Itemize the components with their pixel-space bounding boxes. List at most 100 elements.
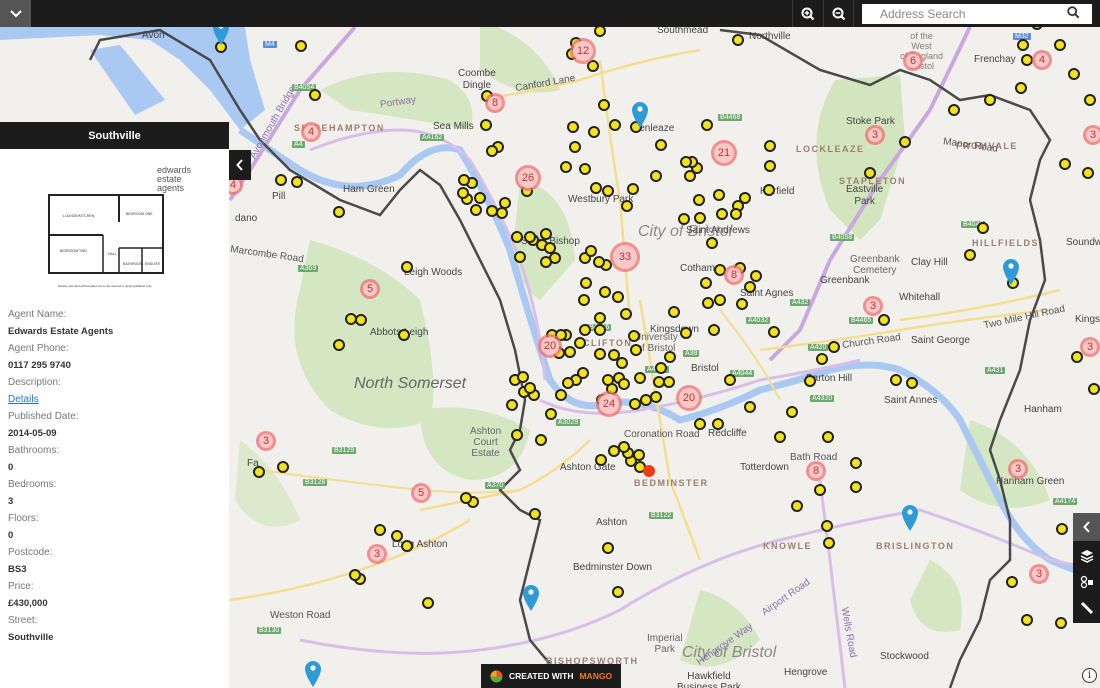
- property-marker[interactable]: [702, 297, 714, 309]
- property-marker[interactable]: [253, 466, 265, 478]
- property-marker[interactable]: [574, 337, 586, 349]
- property-marker[interactable]: [906, 377, 918, 389]
- map-pin-icon[interactable]: [522, 584, 540, 612]
- map-pin-icon[interactable]: [212, 27, 230, 46]
- property-marker[interactable]: [333, 339, 345, 351]
- legend-button[interactable]: [1073, 569, 1100, 595]
- property-marker[interactable]: [524, 231, 536, 243]
- property-marker[interactable]: [599, 286, 611, 298]
- property-cluster[interactable]: 4: [301, 122, 321, 142]
- property-marker[interactable]: [594, 312, 606, 324]
- property-marker[interactable]: [374, 524, 386, 536]
- property-marker[interactable]: [598, 99, 610, 111]
- property-cluster[interactable]: 26: [515, 165, 541, 191]
- property-marker[interactable]: [1021, 614, 1033, 626]
- property-marker[interactable]: [701, 119, 713, 131]
- property-marker[interactable]: [700, 277, 712, 289]
- property-marker[interactable]: [562, 377, 574, 389]
- layers-button[interactable]: [1073, 543, 1100, 569]
- selected-property-marker[interactable]: [643, 465, 655, 477]
- property-marker[interactable]: [708, 324, 720, 336]
- property-cluster[interactable]: 20: [676, 385, 702, 411]
- property-marker[interactable]: [594, 348, 606, 360]
- property-marker[interactable]: [1068, 68, 1080, 80]
- property-marker[interactable]: [627, 183, 639, 195]
- property-marker[interactable]: [460, 492, 472, 504]
- property-marker[interactable]: [864, 167, 876, 179]
- property-marker[interactable]: [609, 119, 621, 131]
- property-marker[interactable]: [524, 382, 536, 394]
- property-marker[interactable]: [349, 569, 361, 581]
- property-marker[interactable]: [567, 121, 579, 133]
- property-marker[interactable]: [514, 251, 526, 263]
- property-cluster[interactable]: 3: [1083, 125, 1100, 145]
- property-marker[interactable]: [618, 378, 630, 390]
- property-marker[interactable]: [579, 324, 591, 336]
- property-marker[interactable]: [295, 40, 307, 52]
- property-cluster[interactable]: 3: [367, 544, 387, 564]
- menu-toggle-button[interactable]: [0, 0, 31, 27]
- property-marker[interactable]: [1015, 82, 1027, 94]
- property-marker[interactable]: [391, 530, 403, 542]
- property-marker[interactable]: [486, 205, 498, 217]
- property-marker[interactable]: [628, 330, 640, 342]
- property-marker[interactable]: [774, 431, 786, 443]
- property-marker[interactable]: [277, 461, 289, 473]
- property-marker[interactable]: [1056, 523, 1068, 535]
- property-marker[interactable]: [948, 104, 960, 116]
- property-marker[interactable]: [650, 170, 662, 182]
- property-marker[interactable]: [595, 454, 607, 466]
- property-marker[interactable]: [764, 160, 776, 172]
- property-marker[interactable]: [878, 314, 890, 326]
- property-marker[interactable]: [345, 313, 357, 325]
- property-marker[interactable]: [555, 389, 567, 401]
- property-marker[interactable]: [736, 298, 748, 310]
- property-cluster[interactable]: 8: [485, 93, 505, 113]
- property-marker[interactable]: [535, 434, 547, 446]
- property-marker[interactable]: [694, 418, 706, 430]
- zoom-out-button[interactable]: [823, 0, 854, 27]
- property-marker[interactable]: [630, 344, 642, 356]
- property-marker[interactable]: [1054, 39, 1066, 51]
- property-marker[interactable]: [730, 208, 742, 220]
- property-marker[interactable]: [1084, 94, 1096, 106]
- property-cluster[interactable]: 5: [411, 483, 431, 503]
- property-cluster[interactable]: 3: [865, 125, 885, 145]
- property-marker[interactable]: [612, 586, 624, 598]
- property-marker[interactable]: [764, 140, 776, 152]
- property-marker[interactable]: [540, 256, 552, 268]
- property-marker[interactable]: [763, 184, 775, 196]
- property-marker[interactable]: [474, 192, 486, 204]
- property-marker[interactable]: [618, 441, 630, 453]
- property-marker[interactable]: [560, 161, 572, 173]
- property-cluster[interactable]: 5: [360, 279, 380, 299]
- map-pin-icon[interactable]: [304, 660, 322, 688]
- property-marker[interactable]: [822, 431, 834, 443]
- property-marker[interactable]: [401, 540, 413, 552]
- property-marker[interactable]: [517, 371, 529, 383]
- property-cluster[interactable]: 12: [570, 38, 596, 64]
- property-cluster[interactable]: 8: [806, 461, 826, 481]
- property-marker[interactable]: [620, 308, 632, 320]
- property-marker[interactable]: [668, 306, 680, 318]
- property-marker[interactable]: [1082, 167, 1094, 179]
- property-marker[interactable]: [823, 537, 835, 549]
- property-cluster[interactable]: 24: [596, 391, 622, 417]
- property-marker[interactable]: [786, 406, 798, 418]
- property-marker[interactable]: [612, 291, 624, 303]
- property-marker[interactable]: [1059, 158, 1071, 170]
- property-marker[interactable]: [890, 374, 902, 386]
- property-marker[interactable]: [458, 174, 470, 186]
- property-marker[interactable]: [594, 324, 606, 336]
- property-marker[interactable]: [977, 222, 989, 234]
- property-cluster[interactable]: 21: [711, 140, 737, 166]
- property-marker[interactable]: [580, 277, 592, 289]
- property-marker[interactable]: [590, 182, 602, 194]
- property-marker[interactable]: [768, 326, 780, 338]
- property-marker[interactable]: [694, 212, 706, 224]
- details-link[interactable]: Details: [8, 391, 229, 408]
- property-marker[interactable]: [964, 249, 976, 261]
- property-marker[interactable]: [540, 228, 552, 240]
- property-cluster[interactable]: 3: [1080, 337, 1100, 357]
- property-marker[interactable]: [850, 457, 862, 469]
